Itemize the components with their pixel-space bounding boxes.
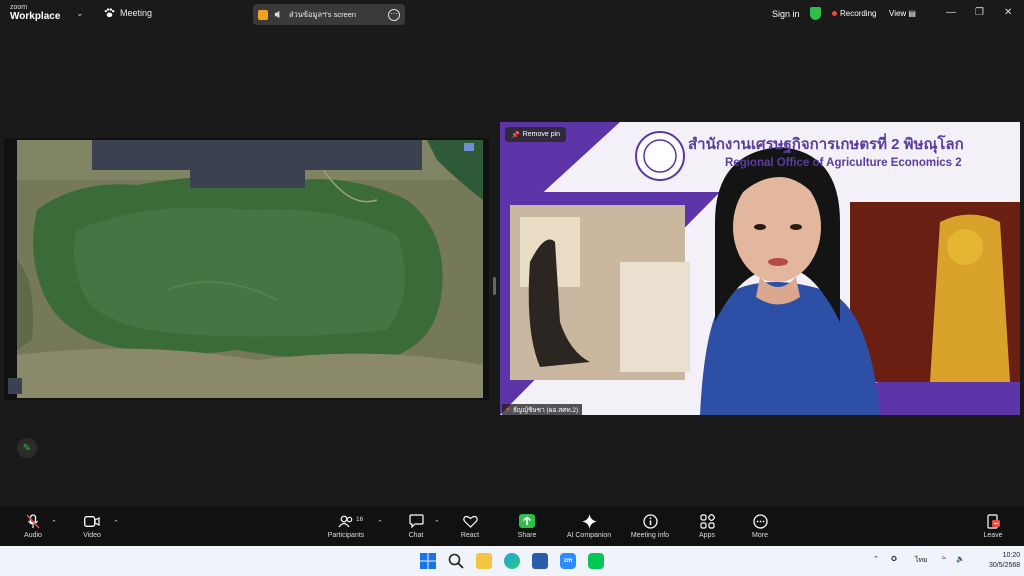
meeting-title: Meeting bbox=[120, 8, 153, 18]
audio-label: Audio bbox=[24, 532, 42, 539]
line-app-icon[interactable] bbox=[588, 553, 604, 569]
share-button[interactable]: Share bbox=[497, 513, 557, 539]
view-label: View bbox=[889, 9, 907, 18]
leave-icon bbox=[986, 513, 1001, 529]
taskbar-clock[interactable]: 10:20 30/5/2568 bbox=[989, 551, 1020, 571]
tray-expand-chevron-icon[interactable]: ⌃ bbox=[873, 555, 879, 563]
annotate-pencil-icon[interactable]: ✎ bbox=[17, 438, 37, 458]
record-dot-icon bbox=[832, 11, 837, 16]
meeting-info-label: Meeting info bbox=[630, 532, 670, 539]
clock-date: 30/5/2568 bbox=[989, 562, 1021, 569]
input-language[interactable]: ไทย bbox=[915, 555, 927, 566]
audio-options-chevron-icon[interactable]: ⌃ bbox=[51, 519, 57, 527]
leave-button[interactable]: Leave bbox=[963, 513, 1023, 539]
chat-icon bbox=[408, 513, 424, 529]
apps-button[interactable]: Apps bbox=[677, 513, 737, 539]
store-icon[interactable] bbox=[532, 553, 548, 569]
meeting-label: Meeting bbox=[104, 8, 152, 18]
windows-taskbar: zm ⌃ ✪ ไทย ≈ 🔈 10:20 30/5/2568 bbox=[0, 546, 1024, 576]
info-icon bbox=[642, 513, 658, 529]
title-bar: zoom Workplace ⌄ Meeting ส่วนข้อมูลฯ's s… bbox=[0, 0, 1024, 28]
more-options-icon[interactable]: ⋯ bbox=[388, 8, 400, 21]
map-control-icon[interactable] bbox=[8, 378, 22, 394]
search-icon[interactable] bbox=[448, 553, 464, 569]
share-icon bbox=[519, 513, 535, 529]
mic-muted-icon bbox=[26, 513, 40, 529]
sign-in-link[interactable]: Sign in bbox=[772, 9, 800, 19]
restore-icon[interactable]: ❐ bbox=[975, 7, 984, 18]
chevron-down-icon[interactable]: ⌄ bbox=[76, 8, 84, 19]
ai-companion-label: AI Companion bbox=[566, 532, 612, 539]
remove-pin-label: Remove pin bbox=[522, 131, 561, 138]
zoom-logo: zoom Workplace bbox=[10, 4, 60, 22]
zoom-app-icon[interactable]: zm bbox=[560, 553, 576, 569]
chat-label: Chat bbox=[408, 532, 424, 539]
share-owner-name: ส่วนข้อมูลฯ's screen bbox=[289, 9, 357, 19]
meeting-info-button[interactable]: Meeting info bbox=[620, 513, 680, 539]
banner-english-title: Regional Office of Agriculture Economics… bbox=[725, 157, 962, 169]
windows-start-icon[interactable] bbox=[420, 553, 436, 569]
more-button[interactable]: More bbox=[730, 513, 790, 539]
recording-indicator[interactable]: Recording bbox=[832, 9, 876, 18]
shared-screen[interactable] bbox=[4, 138, 489, 400]
share-app-icon bbox=[258, 9, 268, 20]
sparkle-icon bbox=[581, 513, 597, 529]
share-label: Share bbox=[517, 532, 537, 539]
panel-resize-handle[interactable] bbox=[493, 277, 496, 295]
meeting-controls-toolbar: Audio ⌃ Video ⌃ Participants 16 ⌃ Chat ⌃ bbox=[0, 507, 1024, 546]
recording-label: Recording bbox=[840, 9, 877, 18]
participants-options-chevron-icon[interactable]: ⌃ bbox=[377, 519, 383, 527]
minimize-icon[interactable]: — bbox=[946, 7, 956, 18]
apps-label: Apps bbox=[699, 532, 715, 539]
zoom-meeting-window: zoom Workplace ⌄ Meeting ส่วนข้อมูลฯ's s… bbox=[0, 0, 1024, 576]
remove-pin-button[interactable]: 📌 Remove pin bbox=[505, 127, 567, 142]
clock-time: 10:20 bbox=[1002, 552, 1021, 559]
more-label: More bbox=[752, 532, 768, 539]
close-icon[interactable]: ✕ bbox=[1004, 7, 1012, 18]
view-button[interactable]: View ▤ bbox=[889, 9, 916, 18]
ai-companion-button[interactable]: AI Companion bbox=[559, 513, 619, 539]
apps-icon bbox=[699, 513, 715, 529]
leave-label: Leave bbox=[983, 532, 1003, 539]
brand-workplace: Workplace bbox=[10, 11, 61, 22]
more-icon bbox=[752, 513, 768, 529]
paw-icon bbox=[104, 8, 115, 18]
satellite-map-image bbox=[17, 140, 483, 398]
video-label: Video bbox=[83, 532, 101, 539]
banner-thai-title: สำนักงานเศรษฐกิจการเกษตรที่ 2 พิษณุโลก bbox=[688, 136, 964, 153]
mic-muted-small-icon: ● bbox=[506, 406, 510, 413]
edge-browser-icon[interactable] bbox=[504, 553, 520, 569]
participant-name-tag: ● ธัญญ์ชิษชา (ผอ.สศท.2) bbox=[502, 404, 583, 415]
encryption-shield-icon[interactable] bbox=[810, 7, 821, 20]
react-label: React bbox=[460, 532, 480, 539]
screen-share-indicator[interactable]: ส่วนข้อมูลฯ's screen ⋯ bbox=[253, 4, 405, 25]
react-button[interactable]: React bbox=[440, 513, 500, 539]
participants-count: 16 bbox=[356, 516, 364, 523]
video-icon bbox=[84, 513, 100, 529]
wifi-icon[interactable]: ≈ bbox=[942, 555, 946, 562]
chat-options-chevron-icon[interactable]: ⌃ bbox=[434, 519, 440, 527]
file-explorer-icon[interactable] bbox=[476, 553, 492, 569]
heart-icon bbox=[462, 513, 478, 529]
tray-app-icon[interactable]: ✪ bbox=[891, 555, 897, 563]
pin-icon: 📌 bbox=[511, 131, 520, 139]
pinned-video-tile[interactable]: สำนักงานเศรษฐกิจการเกษตรที่ 2 พิษณุโลก R… bbox=[500, 122, 1020, 415]
participant-name: ธัญญ์ชิษชา (ผอ.สศท.2) bbox=[512, 406, 579, 414]
volume-icon[interactable]: 🔈 bbox=[956, 555, 965, 563]
participants-button[interactable]: Participants bbox=[316, 513, 376, 539]
speaker-icon bbox=[274, 10, 280, 19]
participants-icon bbox=[338, 513, 354, 529]
brand-zoom: zoom bbox=[10, 4, 28, 11]
participants-label: Participants bbox=[327, 532, 365, 539]
video-options-chevron-icon[interactable]: ⌃ bbox=[113, 519, 119, 527]
